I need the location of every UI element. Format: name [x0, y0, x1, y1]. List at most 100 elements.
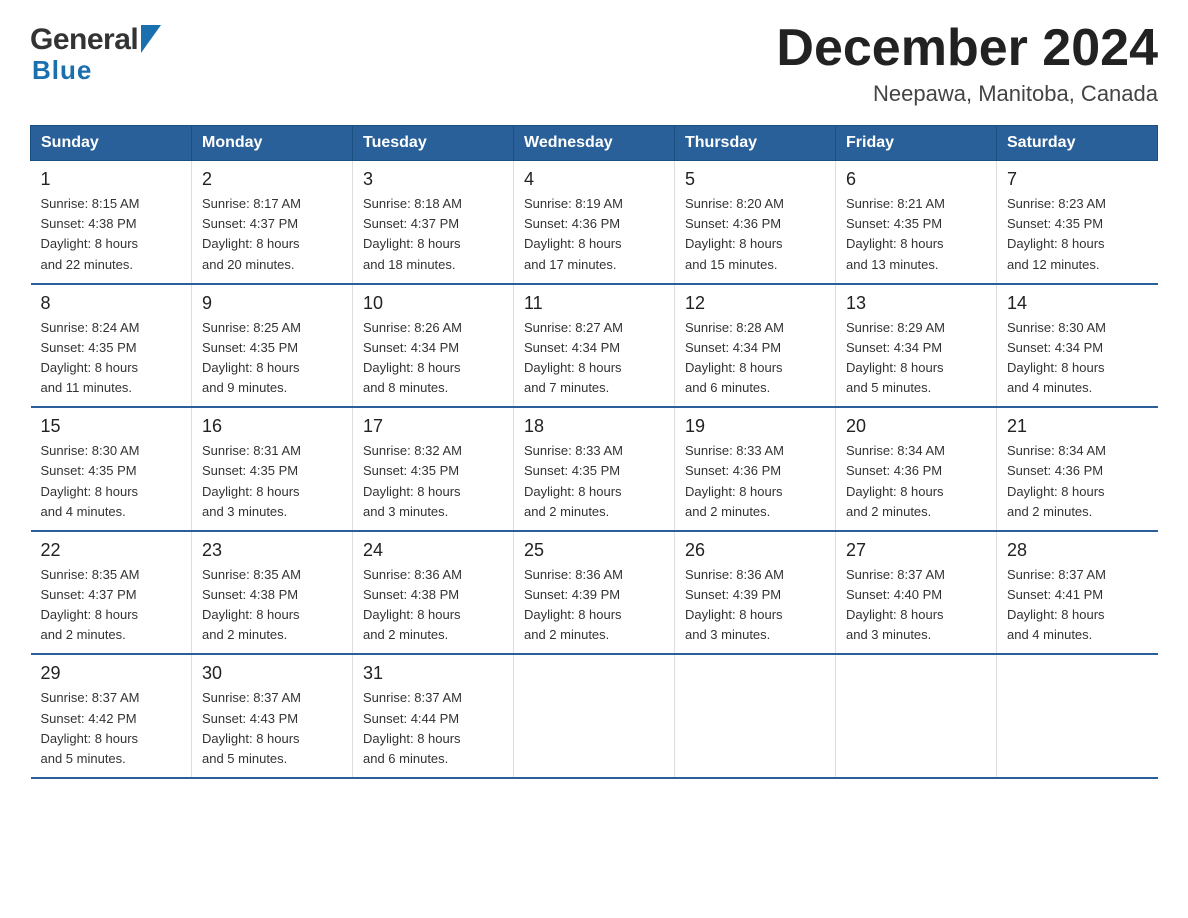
calendar-cell: 30 Sunrise: 8:37 AMSunset: 4:43 PMDayligh…	[192, 654, 353, 778]
day-info: Sunrise: 8:30 AMSunset: 4:34 PMDaylight:…	[1007, 318, 1148, 399]
day-number: 29	[41, 663, 182, 684]
calendar-cell: 1 Sunrise: 8:15 AMSunset: 4:38 PMDaylight…	[31, 161, 192, 284]
calendar-cell: 31Sunrise: 8:37 AMSunset: 4:44 PMDayligh…	[353, 654, 514, 778]
col-sunday: Sunday	[31, 126, 192, 161]
calendar-week-row: 29 Sunrise: 8:37 AMSunset: 4:42 PMDayligh…	[31, 654, 1158, 778]
day-info: Sunrise: 8:37 AMSunset: 4:40 PMDaylight:…	[846, 565, 986, 646]
day-info: Sunrise: 8:21 AMSunset: 4:35 PMDaylight:…	[846, 194, 986, 275]
title-block: December 2024 Neepawa, Manitoba, Canada	[776, 20, 1158, 107]
calendar-week-row: 1 Sunrise: 8:15 AMSunset: 4:38 PMDaylight…	[31, 161, 1158, 284]
day-number: 7	[1007, 169, 1148, 190]
calendar-cell: 14Sunrise: 8:30 AMSunset: 4:34 PMDayligh…	[997, 284, 1158, 408]
day-info: Sunrise: 8:37 AMSunset: 4:42 PMDaylight:…	[41, 688, 182, 769]
day-info: Sunrise: 8:36 AMSunset: 4:39 PMDaylight:…	[685, 565, 825, 646]
day-number: 8	[41, 293, 182, 314]
day-info: Sunrise: 8:37 AMSunset: 4:43 PMDaylight:…	[202, 688, 342, 769]
day-info: Sunrise: 8:34 AMSunset: 4:36 PMDaylight:…	[846, 441, 986, 522]
day-number: 21	[1007, 416, 1148, 437]
day-number: 26	[685, 540, 825, 561]
day-number: 18	[524, 416, 664, 437]
day-info: Sunrise: 8:33 AMSunset: 4:36 PMDaylight:…	[685, 441, 825, 522]
day-number: 22	[41, 540, 182, 561]
day-info: Sunrise: 8:37 AMSunset: 4:41 PMDaylight:…	[1007, 565, 1148, 646]
calendar-cell: 10 Sunrise: 8:26 AMSunset: 4:34 PMDayligh…	[353, 284, 514, 408]
day-number: 28	[1007, 540, 1148, 561]
day-number: 16	[202, 416, 342, 437]
calendar-cell: 21Sunrise: 8:34 AMSunset: 4:36 PMDayligh…	[997, 407, 1158, 531]
calendar-subtitle: Neepawa, Manitoba, Canada	[776, 81, 1158, 107]
logo-triangle-icon	[141, 25, 161, 53]
col-thursday: Thursday	[675, 126, 836, 161]
col-wednesday: Wednesday	[514, 126, 675, 161]
day-info: Sunrise: 8:20 AMSunset: 4:36 PMDaylight:…	[685, 194, 825, 275]
day-number: 17	[363, 416, 503, 437]
col-friday: Friday	[836, 126, 997, 161]
col-monday: Monday	[192, 126, 353, 161]
day-number: 4	[524, 169, 664, 190]
logo-blue-text: Blue	[32, 55, 92, 85]
day-info: Sunrise: 8:19 AMSunset: 4:36 PMDaylight:…	[524, 194, 664, 275]
calendar-title: December 2024	[776, 20, 1158, 77]
day-number: 15	[41, 416, 182, 437]
calendar-cell: 26 Sunrise: 8:36 AMSunset: 4:39 PMDayligh…	[675, 531, 836, 655]
calendar-cell: 29 Sunrise: 8:37 AMSunset: 4:42 PMDayligh…	[31, 654, 192, 778]
calendar-cell: 25 Sunrise: 8:36 AMSunset: 4:39 PMDayligh…	[514, 531, 675, 655]
day-info: Sunrise: 8:35 AMSunset: 4:37 PMDaylight:…	[41, 565, 182, 646]
day-info: Sunrise: 8:36 AMSunset: 4:38 PMDaylight:…	[363, 565, 503, 646]
calendar-cell: 20Sunrise: 8:34 AMSunset: 4:36 PMDayligh…	[836, 407, 997, 531]
day-number: 11	[524, 293, 664, 314]
day-number: 3	[363, 169, 503, 190]
day-number: 10	[363, 293, 503, 314]
calendar-cell: 17 Sunrise: 8:32 AMSunset: 4:35 PMDayligh…	[353, 407, 514, 531]
day-number: 27	[846, 540, 986, 561]
day-info: Sunrise: 8:15 AMSunset: 4:38 PMDaylight:…	[41, 194, 182, 275]
page-header: General Blue December 2024 Neepawa, Mani…	[30, 20, 1158, 107]
day-info: Sunrise: 8:30 AMSunset: 4:35 PMDaylight:…	[41, 441, 182, 522]
calendar-cell: 4 Sunrise: 8:19 AMSunset: 4:36 PMDaylight…	[514, 161, 675, 284]
day-info: Sunrise: 8:35 AMSunset: 4:38 PMDaylight:…	[202, 565, 342, 646]
calendar-cell: 23 Sunrise: 8:35 AMSunset: 4:38 PMDayligh…	[192, 531, 353, 655]
calendar-header: Sunday Monday Tuesday Wednesday Thursday…	[31, 126, 1158, 161]
day-info: Sunrise: 8:24 AMSunset: 4:35 PMDaylight:…	[41, 318, 182, 399]
calendar-cell: 22 Sunrise: 8:35 AMSunset: 4:37 PMDayligh…	[31, 531, 192, 655]
day-number: 30	[202, 663, 342, 684]
header-row: Sunday Monday Tuesday Wednesday Thursday…	[31, 126, 1158, 161]
day-number: 6	[846, 169, 986, 190]
day-info: Sunrise: 8:25 AMSunset: 4:35 PMDaylight:…	[202, 318, 342, 399]
day-number: 23	[202, 540, 342, 561]
day-info: Sunrise: 8:33 AMSunset: 4:35 PMDaylight:…	[524, 441, 664, 522]
calendar-cell	[836, 654, 997, 778]
day-info: Sunrise: 8:18 AMSunset: 4:37 PMDaylight:…	[363, 194, 503, 275]
day-info: Sunrise: 8:29 AMSunset: 4:34 PMDaylight:…	[846, 318, 986, 399]
calendar-week-row: 22 Sunrise: 8:35 AMSunset: 4:37 PMDayligh…	[31, 531, 1158, 655]
logo-general-text: General	[30, 25, 138, 55]
logo: General Blue	[30, 20, 161, 86]
calendar-cell: 6 Sunrise: 8:21 AMSunset: 4:35 PMDaylight…	[836, 161, 997, 284]
calendar-cell: 7 Sunrise: 8:23 AMSunset: 4:35 PMDaylight…	[997, 161, 1158, 284]
day-info: Sunrise: 8:36 AMSunset: 4:39 PMDaylight:…	[524, 565, 664, 646]
day-number: 1	[41, 169, 182, 190]
calendar-cell: 12 Sunrise: 8:28 AMSunset: 4:34 PMDayligh…	[675, 284, 836, 408]
calendar-cell: 8 Sunrise: 8:24 AMSunset: 4:35 PMDaylight…	[31, 284, 192, 408]
calendar-table: Sunday Monday Tuesday Wednesday Thursday…	[30, 125, 1158, 779]
day-info: Sunrise: 8:26 AMSunset: 4:34 PMDaylight:…	[363, 318, 503, 399]
day-info: Sunrise: 8:32 AMSunset: 4:35 PMDaylight:…	[363, 441, 503, 522]
day-number: 2	[202, 169, 342, 190]
day-number: 13	[846, 293, 986, 314]
calendar-cell: 11Sunrise: 8:27 AMSunset: 4:34 PMDayligh…	[514, 284, 675, 408]
calendar-cell	[514, 654, 675, 778]
calendar-cell: 5Sunrise: 8:20 AMSunset: 4:36 PMDaylight…	[675, 161, 836, 284]
day-number: 19	[685, 416, 825, 437]
calendar-cell	[675, 654, 836, 778]
day-info: Sunrise: 8:31 AMSunset: 4:35 PMDaylight:…	[202, 441, 342, 522]
day-info: Sunrise: 8:23 AMSunset: 4:35 PMDaylight:…	[1007, 194, 1148, 275]
day-number: 25	[524, 540, 664, 561]
day-number: 31	[363, 663, 503, 684]
calendar-week-row: 8 Sunrise: 8:24 AMSunset: 4:35 PMDaylight…	[31, 284, 1158, 408]
day-info: Sunrise: 8:28 AMSunset: 4:34 PMDaylight:…	[685, 318, 825, 399]
day-number: 12	[685, 293, 825, 314]
calendar-cell: 19 Sunrise: 8:33 AMSunset: 4:36 PMDayligh…	[675, 407, 836, 531]
col-saturday: Saturday	[997, 126, 1158, 161]
calendar-week-row: 15 Sunrise: 8:30 AMSunset: 4:35 PMDayligh…	[31, 407, 1158, 531]
calendar-cell: 15 Sunrise: 8:30 AMSunset: 4:35 PMDayligh…	[31, 407, 192, 531]
